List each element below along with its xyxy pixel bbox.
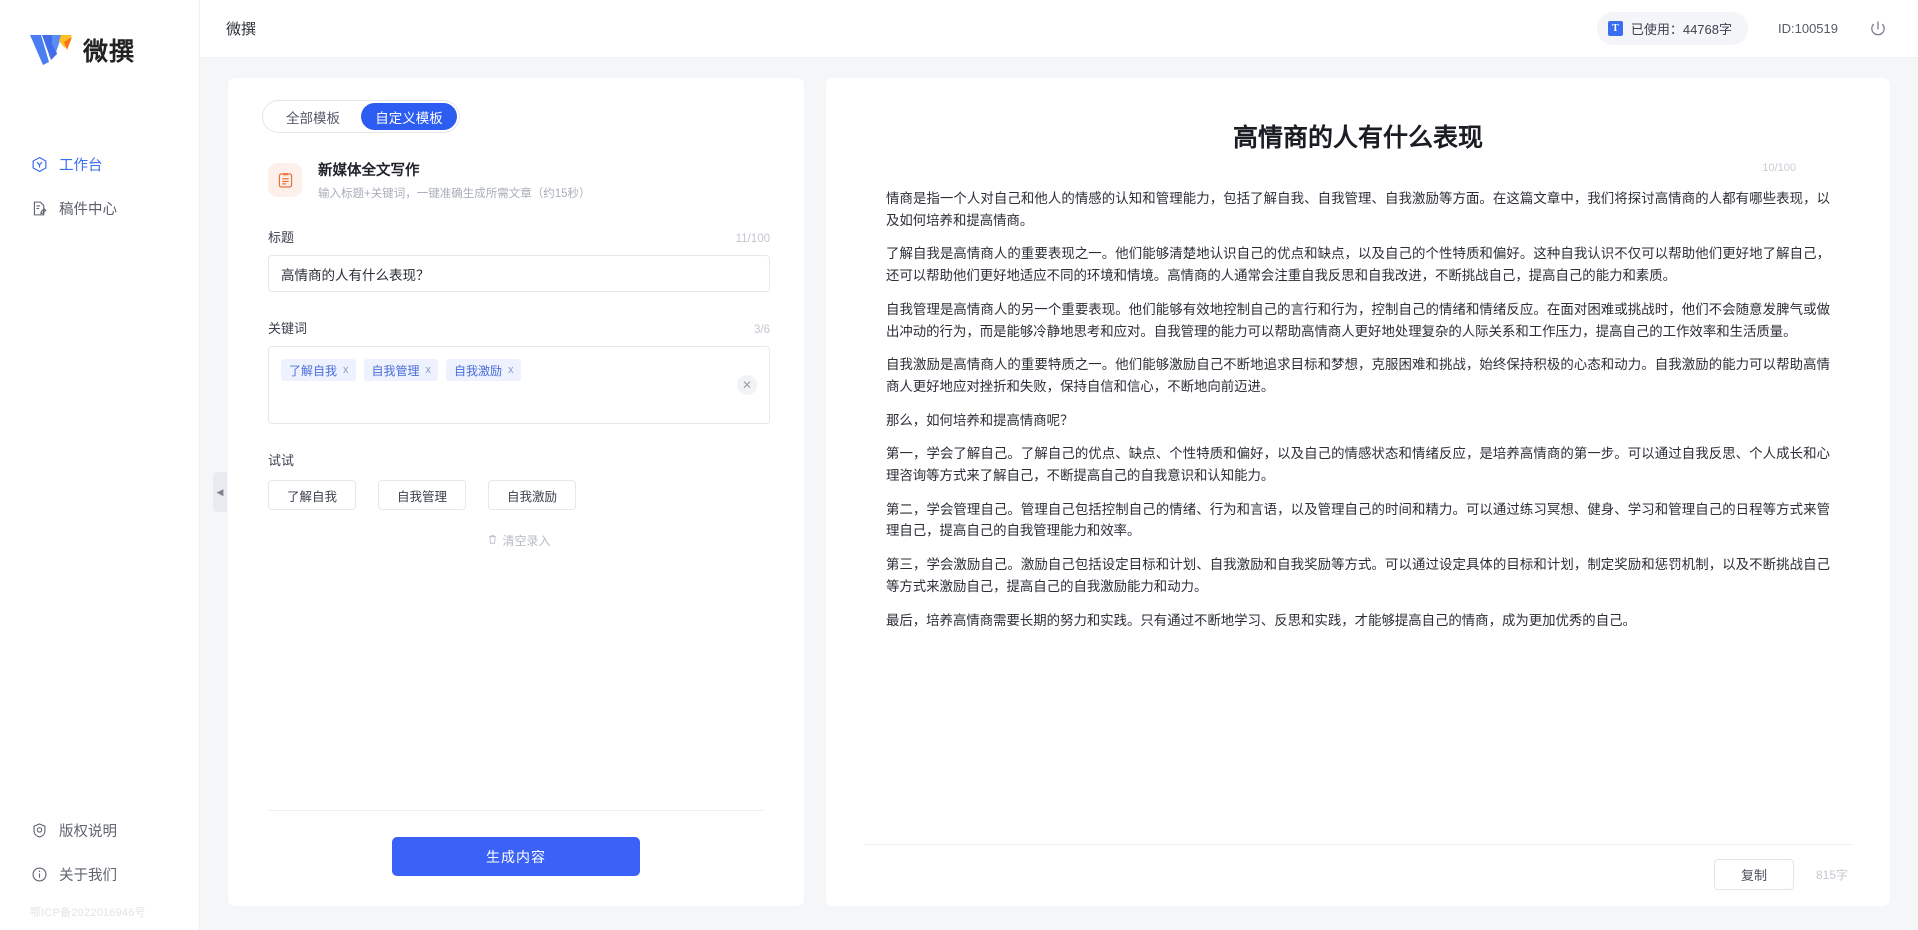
template-desc: 输入标题+关键词，一键准确生成所需文章（约15秒） xyxy=(318,185,591,201)
selected-template[interactable]: 新媒体全文写作 输入标题+关键词，一键准确生成所需文章（约15秒） xyxy=(268,159,770,201)
article-word-count: 815字 xyxy=(1816,866,1852,883)
try-suggestions: 了解自我 自我管理 自我激励 xyxy=(268,480,770,510)
topbar: 微撰 T 已使用：44768字 ID:100519 xyxy=(200,0,1918,58)
article-paragraph: 第一，学会了解自己。了解自己的优点、缺点、个性特质和偏好，以及自己的情感状态和情… xyxy=(886,443,1830,486)
topbar-right: T 已使用：44768字 ID:100519 xyxy=(1597,12,1888,45)
keyword-field-head: 关键词 3/6 xyxy=(268,318,770,337)
remove-tag-icon[interactable]: x xyxy=(343,364,349,376)
article-paragraph: 情商是指一个人对自己和他人的情感的认知和管理能力，包括了解自我、自我管理、自我激… xyxy=(886,188,1830,231)
template-text: 新媒体全文写作 输入标题+关键词，一键准确生成所需文章（约15秒） xyxy=(318,159,591,201)
article-preview-panel: 高情商的人有什么表现 10/100 情商是指一个人对自己和他人的情感的认知和管理… xyxy=(826,78,1890,906)
keyword-tag-label: 自我管理 xyxy=(372,362,420,379)
sidebar-item-label: 关于我们 xyxy=(59,864,117,885)
usage-label: 已使用：44768字 xyxy=(1631,19,1732,38)
article-paragraph: 了解自我是高情商人的重要表现之一。他们能够清楚地认识自己的优点和缺点，以及自己的… xyxy=(886,243,1830,286)
title-field-label: 标题 xyxy=(268,227,294,246)
try-suggestion-pill[interactable]: 了解自我 xyxy=(268,480,356,510)
panel-collapse-handle[interactable]: ◀ xyxy=(213,472,227,512)
shield-copyright-icon xyxy=(30,821,48,839)
content-area: ◀ 全部模板 自定义模板 新媒体全文写作 输入 xyxy=(200,58,1918,930)
app-root: 微撰 工作台 xyxy=(0,0,1918,930)
clear-keywords-icon[interactable]: ✕ xyxy=(737,375,757,395)
sidebar-item-manuscripts[interactable]: 稿件中心 xyxy=(0,186,199,230)
title-field-head: 标题 11/100 xyxy=(268,227,770,246)
keyword-field-group: 关键词 3/6 了解自我 x 自我管理 x 自我激励 xyxy=(268,318,770,424)
tab-custom-templates[interactable]: 自定义模板 xyxy=(361,103,457,130)
keyword-counter: 3/6 xyxy=(754,324,770,336)
logo-text: 微撰 xyxy=(83,32,135,68)
title-char-counter: 11/100 xyxy=(736,233,770,245)
article-title-counter: 10/100 xyxy=(878,162,1838,174)
workbench-icon xyxy=(30,155,48,173)
article-paragraph: 第二，学会管理自己。管理自己包括控制自己的情绪、行为和言语，以及管理自己的时间和… xyxy=(886,499,1830,542)
try-section-label: 试试 xyxy=(268,450,770,469)
logo-mark-icon xyxy=(28,32,74,68)
article-paragraph: 自我管理是高情商人的另一个重要表现。他们能够有效地控制自己的言行和行为，控制自己… xyxy=(886,299,1830,342)
try-suggestion-pill[interactable]: 自我激励 xyxy=(488,480,576,510)
sidebar: 微撰 工作台 xyxy=(0,0,200,930)
icp-record: 鄂ICP备2022016946号 xyxy=(0,904,199,920)
trash-icon xyxy=(487,534,498,548)
template-form-panel: ◀ 全部模板 自定义模板 新媒体全文写作 输入 xyxy=(228,78,804,906)
template-article-icon xyxy=(268,163,302,197)
keyword-tag[interactable]: 自我管理 x xyxy=(364,359,439,381)
sidebar-item-label: 稿件中心 xyxy=(59,198,117,219)
remove-tag-icon[interactable]: x xyxy=(508,364,514,376)
power-icon[interactable] xyxy=(1868,19,1888,39)
article-paragraph: 那么，如何培养和提高情商呢？ xyxy=(886,410,1830,432)
keyword-tag[interactable]: 了解自我 x xyxy=(281,359,356,381)
generate-button-wrap: 生成内容 xyxy=(228,811,804,906)
article-paragraph: 最后，培养高情商需要长期的努力和实践。只有通过不断地学习、反思和实践，才能够提高… xyxy=(886,610,1830,632)
keyword-tag-label: 了解自我 xyxy=(289,362,337,379)
keyword-tag[interactable]: 自我激励 x xyxy=(446,359,521,381)
sidebar-item-label: 版权说明 xyxy=(59,820,117,841)
article-title: 高情商的人有什么表现 xyxy=(878,118,1838,154)
keyword-field-label: 关键词 xyxy=(268,318,307,337)
template-name: 新媒体全文写作 xyxy=(318,159,591,180)
sidebar-item-workbench[interactable]: 工作台 xyxy=(0,142,199,186)
article-paragraph: 第三，学会激励自己。激励自己包括设定目标和计划、自我激励和自我奖励等方式。可以通… xyxy=(886,554,1830,597)
sidebar-item-copyright[interactable]: 版权说明 xyxy=(0,808,199,852)
brand-logo[interactable]: 微撰 xyxy=(0,0,199,100)
sidebar-nav: 工作台 稿件中心 xyxy=(0,142,199,230)
sidebar-item-about[interactable]: 关于我们 xyxy=(0,852,199,896)
clear-input-label: 清空录入 xyxy=(502,532,550,549)
keyword-input-box[interactable]: 了解自我 x 自我管理 x 自我激励 x ✕ xyxy=(268,346,770,424)
remove-tag-icon[interactable]: x xyxy=(426,364,432,376)
keyword-tag-label: 自我激励 xyxy=(454,362,502,379)
template-tabs: 全部模板 自定义模板 xyxy=(262,100,460,133)
article-footer: 复制 815字 xyxy=(864,844,1852,906)
try-section: 试试 了解自我 自我管理 自我激励 清空录入 xyxy=(268,450,770,549)
generate-content-button[interactable]: 生成内容 xyxy=(392,837,640,876)
sidebar-item-label: 工作台 xyxy=(59,154,103,175)
text-badge-icon: T xyxy=(1608,21,1623,36)
user-id: ID:100519 xyxy=(1778,21,1838,36)
article-body[interactable]: 情商是指一个人对自己和他人的情感的认知和管理能力，包括了解自我、自我管理、自我激… xyxy=(878,188,1838,643)
copy-button[interactable]: 复制 xyxy=(1714,859,1794,890)
title-field-group: 标题 11/100 xyxy=(268,227,770,292)
document-edit-icon xyxy=(30,199,48,217)
clear-input-button[interactable]: 清空录入 xyxy=(268,532,770,549)
info-icon xyxy=(30,865,48,883)
title-input[interactable] xyxy=(268,255,770,292)
try-suggestion-pill[interactable]: 自我管理 xyxy=(378,480,466,510)
article-paragraph: 自我激励是高情商人的重要特质之一。他们能够激励自己不断地追求目标和梦想，克服困难… xyxy=(886,354,1830,397)
tab-all-templates[interactable]: 全部模板 xyxy=(265,103,361,130)
page-title: 微撰 xyxy=(226,18,256,39)
usage-badge[interactable]: T 已使用：44768字 xyxy=(1597,12,1748,45)
main-area: 微撰 T 已使用：44768字 ID:100519 ◀ xyxy=(200,0,1918,930)
sidebar-footer: 版权说明 关于我们 鄂ICP备2022016946号 xyxy=(0,808,199,930)
